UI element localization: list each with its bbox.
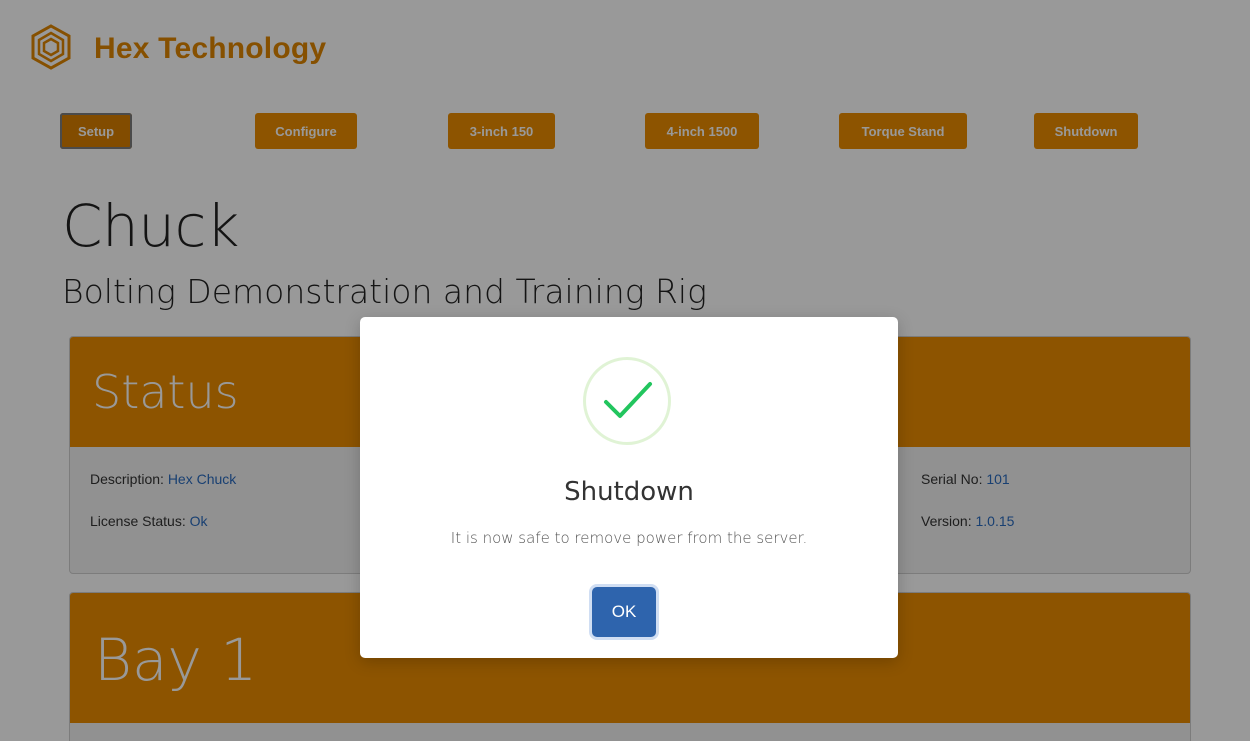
shutdown-dialog: Shutdown It is now safe to remove power … — [360, 317, 898, 658]
dialog-message: It is now safe to remove power from the … — [450, 529, 808, 547]
ok-button[interactable]: OK — [592, 587, 656, 637]
success-check-icon — [583, 357, 671, 445]
dialog-title: Shutdown — [564, 477, 694, 507]
